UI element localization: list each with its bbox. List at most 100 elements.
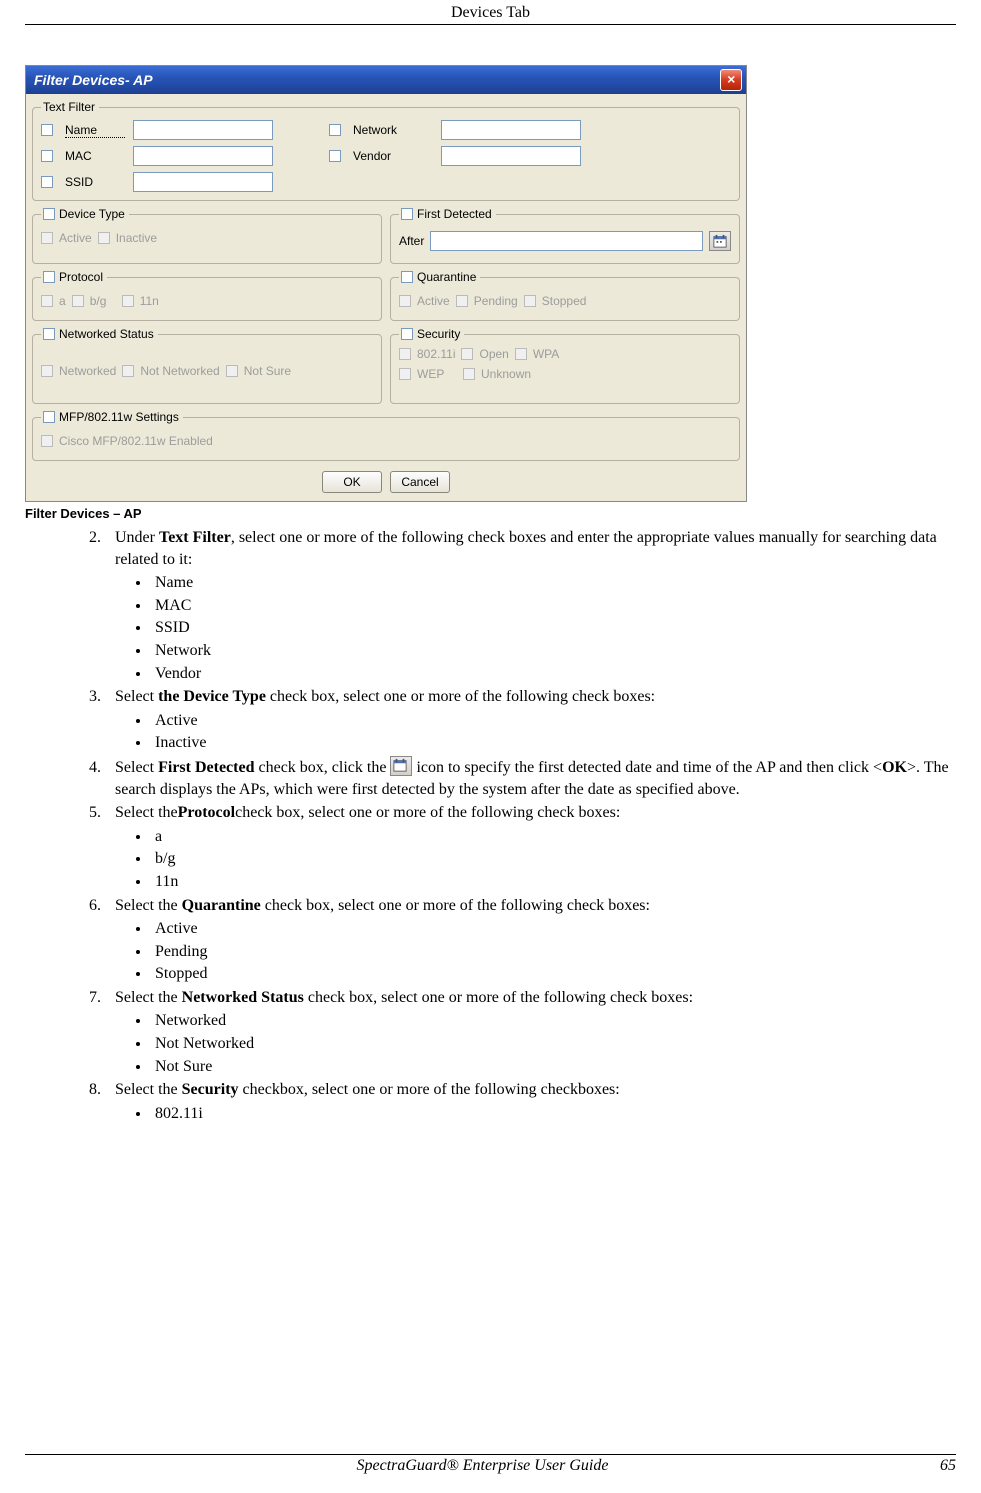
mac-checkbox[interactable] xyxy=(41,150,53,162)
step5-text-a: Select the xyxy=(115,804,178,821)
q-pending-checkbox[interactable] xyxy=(456,295,468,307)
dialog-titlebar[interactable]: Filter Devices- AP × xyxy=(26,66,746,94)
device-type-checkbox[interactable] xyxy=(43,208,55,220)
calendar-icon[interactable] xyxy=(709,231,731,251)
header-rule xyxy=(25,24,956,25)
list-item: Active xyxy=(151,918,956,940)
step6-bold: Quarantine xyxy=(182,897,261,914)
active-checkbox[interactable] xyxy=(41,232,53,244)
step4-text-c: check box, click the xyxy=(254,759,390,776)
footer-guide-title: SpectraGuard® Enterprise User Guide xyxy=(357,1457,609,1475)
networked-status-group: Networked Status Networked Not Networked… xyxy=(32,327,382,404)
network-input[interactable] xyxy=(441,120,581,140)
step3-bold: the Device Type xyxy=(158,688,266,705)
list-item: Name xyxy=(151,572,956,594)
list-item: Not Sure xyxy=(151,1056,956,1078)
q-active-label: Active xyxy=(417,294,450,308)
step3-text-c: check box, select one or more of the fol… xyxy=(266,688,655,705)
quarantine-group: Quarantine Active Pending Stopped xyxy=(390,270,740,321)
sec-wpa-checkbox[interactable] xyxy=(515,348,527,360)
name-label: Name xyxy=(65,123,125,138)
list-item: 11n xyxy=(151,871,956,893)
dialog-body: Text Filter Name Network MAC xyxy=(26,94,746,501)
protocol-a-label: a xyxy=(59,294,66,308)
name-checkbox[interactable] xyxy=(41,124,53,136)
sec-80211i-checkbox[interactable] xyxy=(399,348,411,360)
protocol-legend: Protocol xyxy=(59,270,103,284)
sec-open-label: Open xyxy=(479,347,508,361)
protocol-a-checkbox[interactable] xyxy=(41,295,53,307)
q-stopped-checkbox[interactable] xyxy=(524,295,536,307)
ok-button[interactable]: OK xyxy=(322,471,382,493)
protocol-checkbox[interactable] xyxy=(43,271,55,283)
dialog-title: Filter Devices- AP xyxy=(34,72,153,88)
active-label: Active xyxy=(59,231,92,245)
step7-text-c: check box, select one or more of the fol… xyxy=(304,989,693,1006)
step4-text-a: Select xyxy=(115,759,158,776)
instruction-text: Under Text Filter, select one or more of… xyxy=(25,527,956,1124)
not-sure-checkbox[interactable] xyxy=(226,365,238,377)
device-type-group: Device Type Active Inactive xyxy=(32,207,382,264)
step5-bold: Protocol xyxy=(178,804,235,821)
cancel-button[interactable]: Cancel xyxy=(390,471,450,493)
network-checkbox[interactable] xyxy=(329,124,341,136)
mfp-group: MFP/802.11w Settings Cisco MFP/802.11w E… xyxy=(32,410,740,461)
ssid-input[interactable] xyxy=(133,172,273,192)
list-item: Active xyxy=(151,710,956,732)
text-filter-group: Text Filter Name Network MAC xyxy=(32,100,740,201)
security-group: Security 802.11i Open WPA WEP Unknown xyxy=(390,327,740,404)
protocol-11n-checkbox[interactable] xyxy=(122,295,134,307)
vendor-input[interactable] xyxy=(441,146,581,166)
networked-checkbox[interactable] xyxy=(41,365,53,377)
not-networked-checkbox[interactable] xyxy=(122,365,134,377)
step6-text-c: check box, select one or more of the fol… xyxy=(261,897,650,914)
mac-input[interactable] xyxy=(133,146,273,166)
vendor-checkbox[interactable] xyxy=(329,150,341,162)
protocol-bg-label: b/g xyxy=(90,294,107,308)
list-item: Pending xyxy=(151,941,956,963)
step-6: Select the Quarantine check box, select … xyxy=(105,895,956,985)
step6-text-a: Select the xyxy=(115,897,182,914)
name-input[interactable] xyxy=(133,120,273,140)
list-item: Network xyxy=(151,640,956,662)
figure-caption: Filter Devices – AP xyxy=(25,506,956,521)
sec-open-checkbox[interactable] xyxy=(461,348,473,360)
close-icon[interactable]: × xyxy=(720,69,742,91)
not-networked-label: Not Networked xyxy=(140,364,219,378)
ssid-checkbox[interactable] xyxy=(41,176,53,188)
page-footer: SpectraGuard® Enterprise User Guide 65 xyxy=(25,1454,956,1475)
mfp-legend: MFP/802.11w Settings xyxy=(59,410,179,424)
networked-status-checkbox[interactable] xyxy=(43,328,55,340)
protocol-bg-checkbox[interactable] xyxy=(72,295,84,307)
after-date-input[interactable] xyxy=(430,231,703,251)
step8-bold: Security xyxy=(182,1081,239,1098)
cisco-mfp-checkbox[interactable] xyxy=(41,435,53,447)
inactive-checkbox[interactable] xyxy=(98,232,110,244)
quarantine-checkbox[interactable] xyxy=(401,271,413,283)
step2-text-c: , select one or more of the following ch… xyxy=(115,529,937,568)
list-item: MAC xyxy=(151,595,956,617)
security-checkbox[interactable] xyxy=(401,328,413,340)
network-label: Network xyxy=(353,123,433,137)
filter-devices-dialog: Filter Devices- AP × Text Filter Name Ne… xyxy=(25,65,747,502)
sec-unknown-checkbox[interactable] xyxy=(463,368,475,380)
security-legend: Security xyxy=(417,327,460,341)
q-active-checkbox[interactable] xyxy=(399,295,411,307)
step-4: Select First Detected check box, click t… xyxy=(105,756,956,800)
list-item: b/g xyxy=(151,848,956,870)
first-detected-group: First Detected After xyxy=(390,207,740,264)
sec-wep-checkbox[interactable] xyxy=(399,368,411,380)
sec-80211i-label: 802.11i xyxy=(417,347,455,361)
mfp-checkbox[interactable] xyxy=(43,411,55,423)
sec-unknown-label: Unknown xyxy=(481,367,531,381)
list-item: Vendor xyxy=(151,663,956,685)
footer-page-number: 65 xyxy=(940,1457,956,1475)
list-item: Inactive xyxy=(151,732,956,754)
step7-text-a: Select the xyxy=(115,989,182,1006)
first-detected-checkbox[interactable] xyxy=(401,208,413,220)
protocol-11n-label: 11n xyxy=(140,294,159,308)
ssid-label: SSID xyxy=(65,175,125,189)
list-item: Stopped xyxy=(151,963,956,985)
step8-text-a: Select the xyxy=(115,1081,182,1098)
not-sure-label: Not Sure xyxy=(244,364,291,378)
